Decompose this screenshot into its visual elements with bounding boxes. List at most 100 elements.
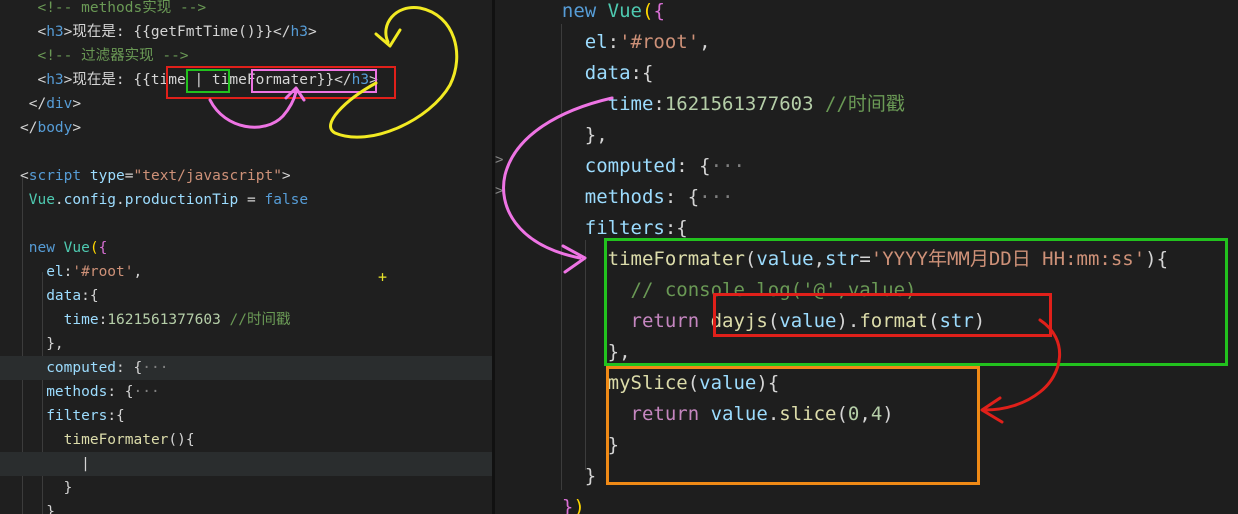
code-line[interactable]: timeFormater(){ [0, 428, 492, 452]
code-line[interactable]: filters:{ [495, 213, 1238, 244]
code-token: ) [573, 496, 585, 514]
code-token: :{ [664, 217, 688, 239]
code-token: >现在是: {{getFmtTime()}}</ [63, 24, 291, 40]
code-line[interactable]: // console.log('@',value) [495, 275, 1238, 306]
code-line[interactable]: time:1621561377603 //时间戳 [0, 308, 492, 332]
code-token: :{ [81, 288, 99, 304]
code-line[interactable]: el:'#root', [495, 27, 1238, 58]
code-token: :{ [630, 62, 654, 84]
code-token: { [653, 0, 665, 22]
code-token: } [20, 504, 55, 514]
code-token: time [539, 93, 654, 115]
code-token: return [539, 310, 700, 332]
code-token: filters [20, 408, 108, 424]
code-token: // console.log('@',value) [539, 279, 917, 301]
code-token: el [539, 31, 608, 53]
code-token: "text/javascript" [133, 168, 282, 184]
code-token: value [779, 310, 837, 332]
code-token: } [539, 496, 574, 514]
left-editor-pane[interactable]: <!-- methods实现 --> <h3>现在是: {{getFmtTime… [0, 0, 492, 514]
code-line[interactable]: } [0, 500, 492, 514]
right-editor-pane[interactable]: > > new Vue({ el:'#root', data:{ time:16… [495, 0, 1238, 514]
code-token: = [124, 168, 134, 184]
code-line[interactable]: <!-- methods实现 --> [0, 0, 492, 20]
code-line[interactable]: timeFormater(value,str='YYYY年MM月DD日 HH:m… [495, 244, 1238, 275]
code-line[interactable]: } [0, 476, 492, 500]
code-line[interactable] [0, 212, 492, 236]
code-token: body [37, 120, 73, 136]
code-token: , [133, 264, 143, 280]
code-line[interactable]: return dayjs(value).format(str) [495, 306, 1238, 337]
code-token: '#root' [72, 264, 134, 280]
code-line[interactable]: return value.slice(0,4) [495, 399, 1238, 430]
code-token: data [539, 62, 631, 84]
code-line[interactable]: <script type="text/javascript"> [0, 164, 492, 188]
code-token: | [20, 456, 90, 472]
code-token: computed [20, 360, 117, 376]
code-token: Vue [20, 192, 55, 208]
code-token: = [238, 192, 265, 208]
code-token: ( [687, 372, 700, 394]
code-line[interactable]: computed: {··· [495, 151, 1238, 182]
code-line[interactable]: }, [495, 120, 1238, 151]
code-token: >现在是: {{time | timeFormater}}</ [63, 72, 352, 88]
code-token: str [939, 310, 974, 332]
code-token: computed [539, 155, 677, 177]
code-line[interactable]: } [495, 430, 1238, 461]
code-token: dayjs [710, 310, 768, 332]
code-line[interactable]: methods: {··· [0, 380, 492, 404]
code-line[interactable]: computed: {··· [0, 356, 492, 380]
code-token: //时间戳 [229, 312, 291, 328]
code-line[interactable] [0, 140, 492, 164]
code-line[interactable]: new Vue({ [495, 0, 1238, 27]
code-line[interactable]: new Vue({ [0, 236, 492, 260]
code-line[interactable]: filters:{ [0, 404, 492, 428]
code-line[interactable]: </div> [0, 92, 492, 116]
code-line[interactable]: mySlice(value){ [495, 368, 1238, 399]
code-line[interactable]: data:{ [0, 284, 492, 308]
code-token: ( [641, 0, 654, 22]
code-token: > [281, 168, 291, 184]
code-token: div [46, 96, 73, 112]
code-token: Vue [607, 0, 642, 22]
code-line[interactable]: <h3>现在是: {{getFmtTime()}}</h3> [0, 20, 492, 44]
code-line[interactable]: methods: {··· [495, 182, 1238, 213]
code-token: ··· [133, 384, 160, 400]
code-token: ){ [1145, 248, 1169, 270]
code-token: type [89, 168, 125, 184]
code-token: productionTip [124, 192, 239, 208]
code-token: h3 [351, 72, 370, 88]
code-token: data [20, 288, 82, 304]
code-token: 1621561377603 [107, 312, 221, 328]
code-line[interactable]: el:'#root', [0, 260, 492, 284]
code-token: } [20, 480, 73, 496]
code-line[interactable]: </body> [0, 116, 492, 140]
code-line[interactable]: }, [495, 337, 1238, 368]
code-token: , [859, 403, 871, 425]
code-line[interactable]: <!-- 过滤器实现 --> [0, 44, 492, 68]
code-token: ( [836, 403, 848, 425]
code-line[interactable]: Vue.config.productionTip = false [0, 188, 492, 212]
code-token: methods [539, 186, 665, 208]
code-token: //时间戳 [825, 93, 905, 115]
code-line[interactable]: | [0, 452, 492, 476]
code-token: value [699, 372, 757, 394]
code-token: 0 [847, 403, 860, 425]
code-token: . [54, 192, 64, 208]
code-line[interactable]: time:1621561377603 //时间戳 [495, 89, 1238, 120]
code-token: ··· [699, 186, 734, 208]
code-line[interactable]: data:{ [495, 58, 1238, 89]
code-line[interactable]: } [495, 461, 1238, 492]
code-token: } [539, 465, 597, 487]
code-line[interactable]: }, [0, 332, 492, 356]
code-token: 4 [870, 403, 883, 425]
code-token: '#root' [619, 31, 700, 53]
code-line[interactable]: <h3>现在是: {{time | timeFormater}}</h3> [0, 68, 492, 92]
code-line[interactable]: }) [495, 492, 1238, 514]
